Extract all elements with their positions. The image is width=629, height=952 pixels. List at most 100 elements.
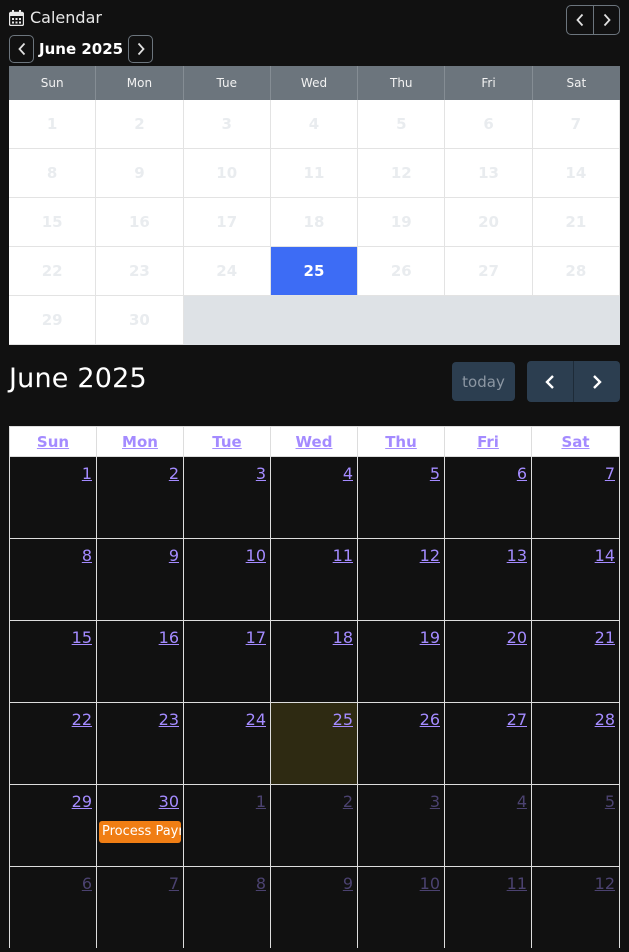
fc-day-cell[interactable]: 17 (184, 620, 271, 702)
fc-day-cell[interactable]: 5 (532, 784, 619, 866)
mini-day[interactable]: 7 (532, 100, 620, 149)
mini-day[interactable]: 3 (183, 100, 271, 149)
day-number-link[interactable]: 6 (82, 874, 92, 893)
mini-day[interactable]: 28 (532, 247, 620, 296)
calendar-event[interactable]: Process Payr (99, 821, 181, 843)
day-number-link[interactable]: 10 (420, 874, 440, 893)
fc-day-cell[interactable]: 5 (358, 456, 445, 538)
fc-day-cell[interactable]: 6 (10, 866, 97, 948)
day-number-link[interactable]: 20 (507, 628, 527, 647)
fc-day-cell[interactable]: 10 (358, 866, 445, 948)
day-number-link[interactable]: 17 (246, 628, 266, 647)
mini-day[interactable]: 2 (96, 100, 184, 149)
top-prev-button[interactable] (567, 6, 593, 34)
fc-day-cell[interactable]: 9 (271, 866, 358, 948)
mini-day[interactable]: 13 (445, 149, 533, 198)
mini-day[interactable]: 11 (270, 149, 359, 198)
fc-day-cell[interactable]: 24 (184, 702, 271, 784)
day-number-link[interactable]: 1 (82, 464, 92, 483)
weekday-link[interactable]: Sat (561, 433, 589, 451)
day-number-link[interactable]: 10 (246, 546, 266, 565)
mini-day[interactable]: 4 (270, 100, 359, 149)
fc-day-cell[interactable]: 15 (10, 620, 97, 702)
mini-day[interactable]: 27 (445, 247, 533, 296)
mini-day[interactable]: 23 (96, 247, 184, 296)
day-number-link[interactable]: 7 (605, 464, 615, 483)
weekday-link[interactable]: Mon (122, 433, 158, 451)
day-number-link[interactable]: 5 (430, 464, 440, 483)
fc-day-cell[interactable]: 28 (532, 702, 619, 784)
mini-day[interactable]: 21 (532, 198, 620, 247)
fc-day-cell[interactable]: 29 (10, 784, 97, 866)
fc-day-cell[interactable]: 9 (97, 538, 184, 620)
mini-day[interactable]: 12 (358, 149, 446, 198)
mini-day[interactable]: 20 (445, 198, 533, 247)
fc-day-cell[interactable]: 8 (10, 538, 97, 620)
fc-day-cell[interactable]: 21 (532, 620, 619, 702)
fc-next-button[interactable] (573, 361, 620, 402)
day-number-link[interactable]: 6 (517, 464, 527, 483)
day-number-link[interactable]: 18 (333, 628, 353, 647)
day-number-link[interactable]: 8 (256, 874, 266, 893)
fc-day-today[interactable]: 25 (271, 702, 358, 784)
fc-day-cell[interactable]: 12 (358, 538, 445, 620)
fc-day-cell[interactable]: 2 (97, 456, 184, 538)
day-number-link[interactable]: 9 (169, 546, 179, 565)
mini-day-selected[interactable]: 25 (270, 247, 359, 296)
fc-day-cell[interactable]: 6 (445, 456, 532, 538)
day-number-link[interactable]: 24 (246, 710, 266, 729)
day-number-link[interactable]: 2 (343, 792, 353, 811)
fc-day-cell[interactable]: 14 (532, 538, 619, 620)
fc-day-cell[interactable]: 4 (445, 784, 532, 866)
fc-day-cell[interactable]: 20 (445, 620, 532, 702)
mini-day[interactable]: 17 (183, 198, 271, 247)
fc-day-cell[interactable]: 27 (445, 702, 532, 784)
mini-day[interactable]: 29 (9, 296, 97, 345)
fc-day-cell[interactable]: 12 (532, 866, 619, 948)
day-number-link[interactable]: 28 (595, 710, 615, 729)
mini-day[interactable]: 24 (183, 247, 271, 296)
mini-day[interactable]: 1 (9, 100, 97, 149)
day-number-link[interactable]: 25 (333, 710, 353, 729)
day-number-link[interactable]: 4 (517, 792, 527, 811)
mini-day[interactable]: 6 (445, 100, 533, 149)
day-number-link[interactable]: 21 (595, 628, 615, 647)
mini-day[interactable]: 16 (96, 198, 184, 247)
fc-day-cell[interactable]: 11 (271, 538, 358, 620)
fc-day-cell[interactable]: 7 (532, 456, 619, 538)
mini-day[interactable]: 26 (358, 247, 446, 296)
day-number-link[interactable]: 30 (159, 792, 179, 811)
next-month-button[interactable] (128, 35, 154, 63)
day-number-link[interactable]: 27 (507, 710, 527, 729)
day-number-link[interactable]: 2 (169, 464, 179, 483)
mini-day[interactable]: 10 (183, 149, 271, 198)
day-number-link[interactable]: 22 (72, 710, 92, 729)
day-number-link[interactable]: 3 (256, 464, 266, 483)
mini-day[interactable]: 30 (96, 296, 184, 345)
day-number-link[interactable]: 19 (420, 628, 440, 647)
fc-prev-button[interactable] (527, 361, 573, 402)
day-number-link[interactable]: 11 (507, 874, 527, 893)
mini-day[interactable]: 22 (9, 247, 97, 296)
day-number-link[interactable]: 12 (595, 874, 615, 893)
day-number-link[interactable]: 7 (169, 874, 179, 893)
mini-day[interactable]: 15 (9, 198, 97, 247)
fc-day-cell[interactable]: 3 (358, 784, 445, 866)
day-number-link[interactable]: 1 (256, 792, 266, 811)
mini-day[interactable]: 19 (358, 198, 446, 247)
fc-day-cell[interactable]: 11 (445, 866, 532, 948)
fc-day-cell[interactable]: 26 (358, 702, 445, 784)
top-next-button[interactable] (593, 6, 619, 34)
weekday-link[interactable]: Sun (37, 433, 69, 451)
day-number-link[interactable]: 15 (72, 628, 92, 647)
fc-day-cell[interactable]: 1 (184, 784, 271, 866)
mini-day[interactable]: 5 (358, 100, 446, 149)
day-number-link[interactable]: 26 (420, 710, 440, 729)
weekday-link[interactable]: Wed (296, 433, 333, 451)
fc-day-cell[interactable]: 3 (184, 456, 271, 538)
fc-day-cell[interactable]: 10 (184, 538, 271, 620)
day-number-link[interactable]: 12 (420, 546, 440, 565)
day-number-link[interactable]: 4 (343, 464, 353, 483)
prev-month-button[interactable] (9, 35, 34, 63)
fc-day-cell[interactable]: 1 (10, 456, 97, 538)
